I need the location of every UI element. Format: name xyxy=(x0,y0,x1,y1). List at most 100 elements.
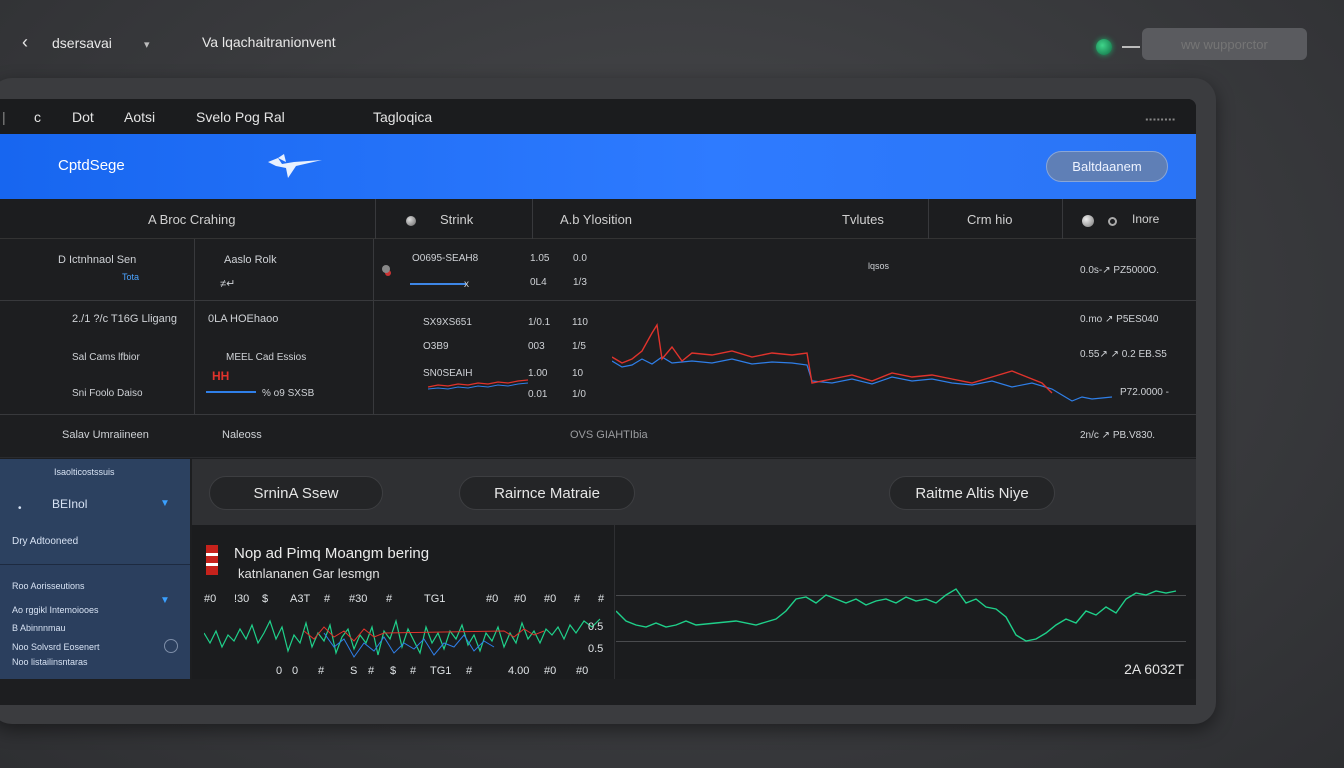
cell-text: O0695-SEAH8 xyxy=(412,253,479,264)
cell-number: 1/0.1 xyxy=(528,317,551,328)
chart-labels-bottom: 0 0 # S # $ # TG1 # 4.00 #0 #0 xyxy=(204,665,608,679)
menu-item-c[interactable]: c xyxy=(34,109,41,125)
menu-separator: | xyxy=(2,109,6,125)
sidebar-list: Roo Aorisseutions ▼ Ao rggikl Intemoiooe… xyxy=(0,564,190,679)
menu-item-tagloqica[interactable]: Tagloqica xyxy=(373,109,432,125)
cell-number: 1/5 xyxy=(572,341,586,352)
cell-number: 0.01 xyxy=(528,389,548,400)
column-header[interactable]: A Broc Crahing xyxy=(148,212,235,227)
search-input[interactable] xyxy=(1142,28,1307,60)
menu-item-svelo[interactable]: Svelo Pog Ral xyxy=(196,109,285,125)
cell-text: lqsos xyxy=(868,261,890,271)
divider xyxy=(1062,199,1063,239)
divider xyxy=(614,525,615,679)
chevron-down-icon[interactable]: ▾ xyxy=(144,38,150,51)
chart-label: #0 xyxy=(576,665,589,677)
cell-price: 0.0s-↗ PZ5000O. xyxy=(1080,265,1159,276)
sidebar-item[interactable]: Noo listailinsntaras xyxy=(12,657,88,667)
cell-number: 1/3 xyxy=(573,277,587,288)
menu-bar: | c Dot Aotsi Svelo Pog Ral Tagloqica ▪▪… xyxy=(0,99,1196,134)
cell-text: 0LA HOEhaoo xyxy=(208,313,279,325)
remove-icon[interactable] xyxy=(164,639,178,653)
sidebar-subtext: Dry Adtooneed xyxy=(12,536,79,547)
tab-strategy[interactable]: SrninA Ssew xyxy=(209,476,383,510)
chart-label: #0 xyxy=(544,665,557,677)
cell-text: MEEL Cad Essios xyxy=(226,352,307,363)
chart-label: $ xyxy=(390,665,397,677)
chevron-down-icon[interactable]: ▼ xyxy=(160,595,170,606)
table-row[interactable]: 2./1 ?/c T16G Lligang 0LA HOEhaoo Sal Ca… xyxy=(0,301,1196,414)
sidebar-item[interactable]: Ao rggikl Intemoiooes xyxy=(12,605,99,615)
tab-alerts[interactable]: Raitme Altis Niye xyxy=(889,476,1055,510)
cell-number: 1.00 xyxy=(528,368,548,379)
cell-number: 1.05 xyxy=(530,253,550,264)
chart-label: # xyxy=(598,593,605,605)
price-line-chart xyxy=(612,323,1113,402)
cell-number: 110 xyxy=(572,317,588,328)
bottom-chart-panel: Nop ad Pimq Moangm bering katnlananen Ga… xyxy=(192,525,1196,679)
sidebar-item[interactable]: Roo Aorisseutions xyxy=(12,581,85,591)
bullet-icon: • xyxy=(18,503,22,514)
row-divider xyxy=(0,457,1196,458)
chevron-down-icon[interactable]: ▼ xyxy=(160,498,170,509)
sidebar-item[interactable]: Noo Solvsrd Eosenert xyxy=(12,642,100,652)
cell-number: 10 xyxy=(572,368,584,379)
chart-label: !30 xyxy=(234,593,250,605)
cell-price: 2n/c ↗ PB.V830. xyxy=(1080,430,1156,441)
row-sparkline xyxy=(410,283,466,285)
chart-label: 0 xyxy=(292,665,299,677)
chart-label: 0.5 xyxy=(588,643,604,655)
minimize-icon[interactable] xyxy=(1122,46,1140,48)
sidebar-select[interactable]: BEInol ▼ xyxy=(40,489,170,519)
data-table: A Broc Crahing Strink A.b Ylosition Tvlu… xyxy=(0,199,1196,459)
column-header[interactable]: Tvlutes xyxy=(842,212,884,227)
tab-matrix[interactable]: Rairnce Matraie xyxy=(459,476,635,510)
chart-label: #0 xyxy=(486,593,499,605)
cell-price: P72.0000 - xyxy=(1120,387,1169,398)
chart-label: A3T xyxy=(290,593,311,605)
divider xyxy=(928,199,929,239)
table-row[interactable]: D Ictnhnaol Sen Tota Aaslo Rolk ≠↵ O0695… xyxy=(0,239,1196,300)
menu-item-dot[interactable]: Dot xyxy=(72,109,94,125)
back-chevron-icon[interactable]: ‹ xyxy=(22,33,36,51)
cell-link[interactable]: Tota xyxy=(122,272,139,282)
more-options-icon[interactable]: ▪▪▪▪▪▪▪▪ xyxy=(1145,115,1176,124)
trend-line-chart xyxy=(616,588,1177,642)
chart-title: Nop ad Pimq Moangm bering xyxy=(234,545,430,562)
column-header[interactable]: Inore xyxy=(1132,212,1159,226)
sidebar-item[interactable]: B Abinnnmau xyxy=(12,623,66,633)
table-header-row: A Broc Crahing Strink A.b Ylosition Tvlu… xyxy=(0,199,1196,239)
red-flag-icon xyxy=(206,545,218,575)
cell-text: Naleoss xyxy=(222,429,262,441)
toggle-icon[interactable] xyxy=(1082,215,1094,227)
window-title: Va lqachaitranionvent xyxy=(202,34,336,50)
divider xyxy=(375,199,376,239)
alert-badge: HH xyxy=(212,369,230,383)
cell-number: 0.0 xyxy=(573,253,587,264)
column-header[interactable]: Crm hio xyxy=(967,212,1013,227)
cell-text: SX9XS651 xyxy=(423,317,472,328)
status-indicator-icon xyxy=(1096,39,1112,55)
cell-text: % o9 SXSB xyxy=(262,388,315,399)
chart-label: #0 xyxy=(544,593,557,605)
column-header[interactable]: Strink xyxy=(440,212,473,227)
cell-text: Sal Cams lfbior xyxy=(72,352,140,363)
sidebar-label: Isaolticostssuis xyxy=(54,467,115,477)
cell-number: 003 xyxy=(528,341,545,352)
cell-text: D Ictnhnaol Sen xyxy=(58,254,137,266)
cell-text: Salav Umraiineen xyxy=(62,429,149,441)
cell-price: 0.mo ↗ P5ES040 xyxy=(1080,314,1159,325)
sort-icon[interactable] xyxy=(406,216,416,226)
chart-labels-top: #0 !30 $ A3T # #30 # TG1 #0 #0 #0 # # xyxy=(204,593,608,607)
top-bar: ‹ dsersavai ▾ Va lqachaitranionvent xyxy=(0,0,1344,80)
radio-icon[interactable] xyxy=(1108,217,1117,226)
chart-label: TG1 xyxy=(424,593,446,605)
cell-number: 0L4 xyxy=(530,277,547,288)
header-action-button[interactable]: Baltdaanem xyxy=(1046,151,1168,182)
column-header[interactable]: A.b Ylosition xyxy=(560,212,632,227)
chart-label: TG1 xyxy=(430,665,452,677)
cell-text: O3B9 xyxy=(423,341,449,352)
user-name[interactable]: dsersavai xyxy=(52,35,112,51)
table-row[interactable]: Salav Umraiineen Naleoss OVS GIAHTIbia 2… xyxy=(0,415,1196,457)
menu-item-aotsi[interactable]: Aotsi xyxy=(124,109,155,125)
